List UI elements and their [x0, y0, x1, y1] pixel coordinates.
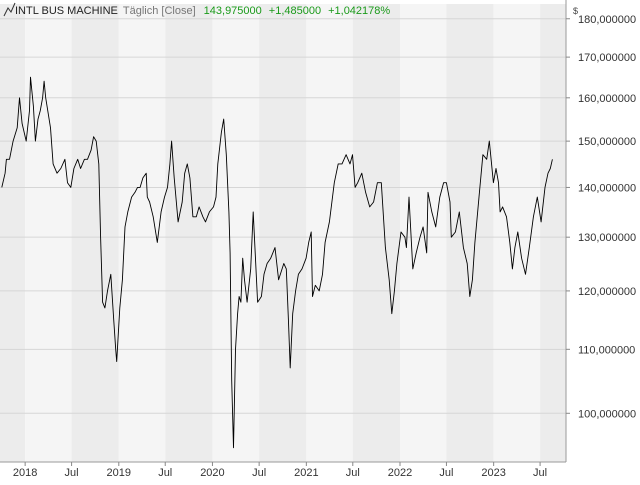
y-axis: 100,000000 110,000000 120,000000 130,000000…	[566, 14, 636, 420]
x-tick-label: Jul	[533, 467, 547, 479]
instrument-name: INTL BUS MACHINE	[15, 5, 118, 17]
y-tick-label: 170,000000	[578, 52, 636, 64]
period-band	[352, 4, 400, 462]
period-band	[165, 4, 213, 462]
y-tick-label: 150,000000	[578, 136, 636, 148]
x-axis: 2018 Jul 2019 Jul 2020 Jul 2021 Jul 2022 Jul 2023 J…	[13, 462, 547, 479]
y-tick-label: 140,000000	[578, 182, 636, 194]
interval-label: Täglich [Close]	[123, 5, 196, 17]
period-band	[446, 4, 494, 462]
y-tick-label: 100,000000	[578, 408, 636, 420]
period-band	[0, 4, 26, 462]
period-band	[306, 4, 353, 462]
x-tick-label: 2018	[13, 467, 37, 479]
header-line: INTL BUS MACHINE Täglich [Close] 143,97500…	[15, 5, 390, 17]
x-tick-label: Jul	[252, 467, 266, 479]
x-tick-label: 2022	[388, 467, 412, 479]
x-tick-label: 2020	[200, 467, 224, 479]
x-tick-label: Jul	[346, 467, 360, 479]
price-change-percent: +1,042178%	[328, 5, 390, 17]
y-tick-label: 110,000000	[578, 344, 635, 356]
period-bands	[0, 4, 566, 462]
y-tick-label: 130,000000	[578, 232, 636, 244]
price-chart[interactable]: 100,000000 110,000000 120,000000 130,000000…	[0, 0, 640, 480]
last-price: 143,975000	[204, 5, 262, 17]
chart-canvas[interactable]: 100,000000 110,000000 120,000000 130,000000…	[0, 0, 640, 480]
y-tick-label: 160,000000	[578, 93, 636, 105]
x-tick-label: Jul	[158, 467, 172, 479]
price-change: +1,485000	[269, 5, 321, 17]
period-band	[71, 4, 119, 462]
x-tick-label: Jul	[65, 467, 79, 479]
currency-label: $	[573, 6, 578, 16]
x-tick-label: 2019	[107, 467, 131, 479]
y-tick-label: 120,000000	[578, 286, 636, 298]
x-tick-label: 2021	[294, 467, 318, 479]
period-band	[540, 4, 566, 462]
period-band	[493, 4, 541, 462]
y-tick-label: 180,000000	[578, 14, 636, 26]
period-band	[25, 4, 72, 462]
x-tick-label: Jul	[439, 467, 453, 479]
period-band	[259, 4, 307, 462]
x-tick-label: 2023	[481, 467, 505, 479]
